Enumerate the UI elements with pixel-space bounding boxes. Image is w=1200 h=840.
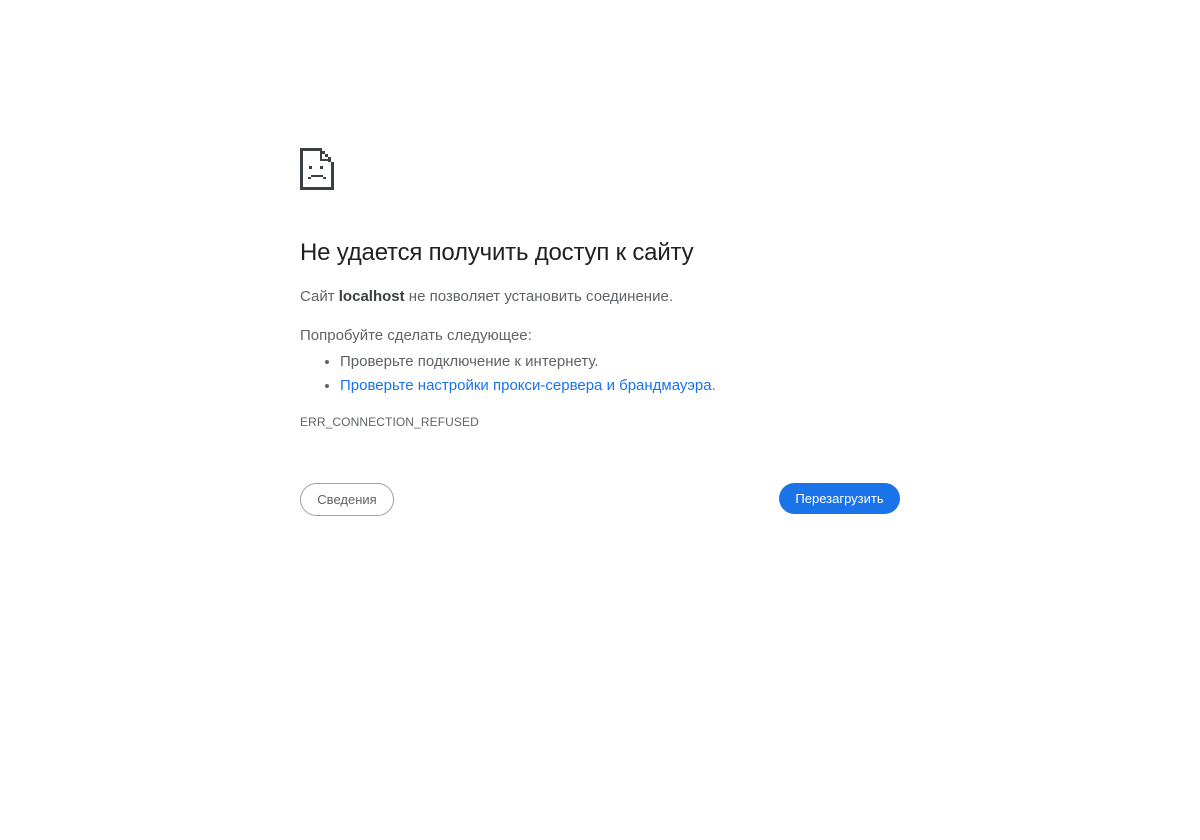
suggestion-text: Проверьте подключение к интернету. xyxy=(340,353,599,370)
page-title: Не удается получить доступ к сайту xyxy=(300,239,694,266)
suggestions-list: Проверьте подключение к интернету. Прове… xyxy=(300,350,900,398)
summary-prefix: Сайт xyxy=(300,288,339,305)
sad-page-icon xyxy=(300,148,334,190)
error-content: Не удается получить доступ к сайту Сайт … xyxy=(300,148,900,430)
suggestion-check-connection: Проверьте подключение к интернету. xyxy=(340,350,900,374)
summary-suffix: не позволяет установить соединение. xyxy=(404,288,673,305)
details-button[interactable]: Сведения xyxy=(300,483,394,516)
reload-button[interactable]: Перезагрузить xyxy=(779,483,900,514)
suggestion-check-proxy: Проверьте настройки прокси-сервера и бра… xyxy=(340,374,900,398)
proxy-firewall-link[interactable]: Проверьте настройки прокси-сервера и бра… xyxy=(340,377,712,394)
suggestions-heading: Попробуйте сделать следующее: xyxy=(300,327,532,344)
error-code: ERR_CONNECTION_REFUSED xyxy=(300,415,479,429)
suggestion-suffix: . xyxy=(711,377,716,394)
host-name: localhost xyxy=(338,288,405,305)
error-summary: Сайт localhost не позволяет установить с… xyxy=(300,287,900,307)
